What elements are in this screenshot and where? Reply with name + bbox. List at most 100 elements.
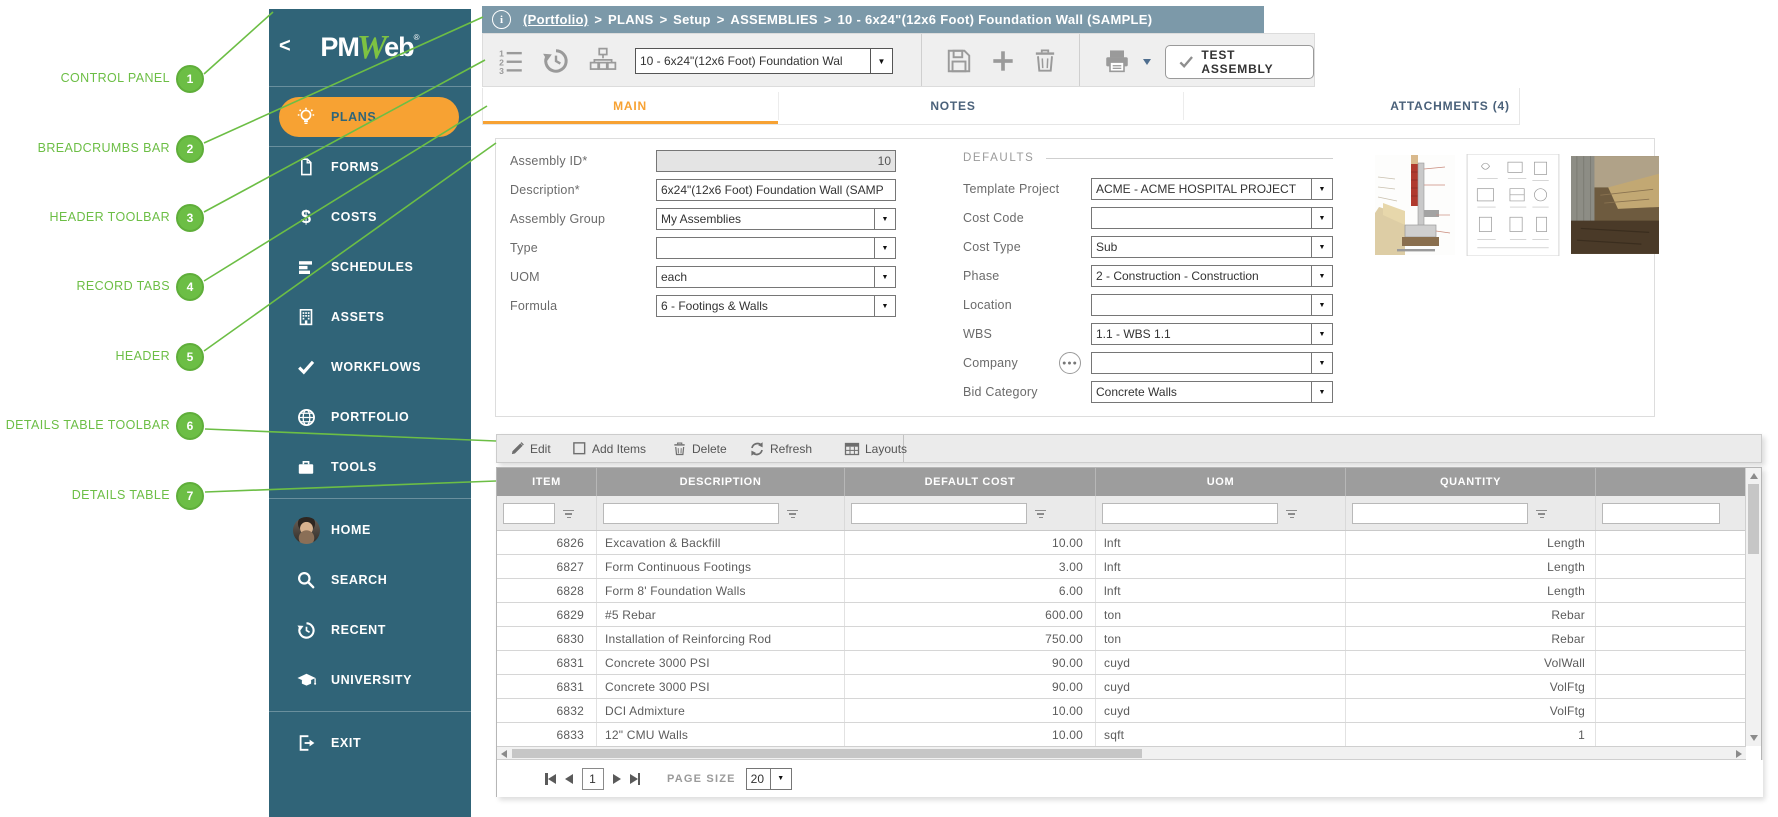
filter-input-extra[interactable] [1602,503,1720,524]
formula-select[interactable]: 6 - Footings & Walls ▼ [656,295,896,317]
sidebar-item-assets[interactable]: ASSETS [269,292,471,342]
sidebar-item-exit[interactable]: EXIT [269,718,471,768]
collapse-sidebar-icon[interactable]: < [279,35,291,58]
tab-notes[interactable]: NOTES [930,99,975,113]
table-row[interactable]: 6833 12" CMU Walls 10.00 sqft 1 [497,723,1746,747]
column-header-default-cost[interactable]: DEFAULT COST [845,468,1096,496]
filter-icon[interactable] [1035,508,1046,519]
cost-type-select[interactable]: Sub ▼ [1091,236,1333,258]
location-select[interactable]: ▼ [1091,294,1333,316]
sidebar-item-university[interactable]: UNIVERSITY [269,655,471,705]
assembly-group-select[interactable]: My Assemblies ▼ [656,208,896,230]
filter-input-item[interactable] [503,503,555,524]
chevron-down-icon[interactable]: ▼ [1311,237,1332,257]
chevron-down-icon[interactable]: ▼ [874,238,895,258]
table-row[interactable]: 6831 Concrete 3000 PSI 90.00 cuyd VolFtg [497,675,1746,699]
horizontal-scroll-thumb[interactable] [512,749,1142,758]
filter-input-description[interactable] [603,503,779,524]
info-icon[interactable]: i [492,10,511,29]
delete-record-icon[interactable] [1031,47,1059,80]
table-row[interactable]: 6832 DCI Admixture 10.00 cuyd VolFtg [497,699,1746,723]
numbered-list-icon[interactable]: 123 [497,47,525,80]
table-row[interactable]: 6830 Installation of Reinforcing Rod 750… [497,627,1746,651]
filter-icon[interactable] [563,508,574,519]
sidebar-item-search[interactable]: SEARCH [269,555,471,605]
chevron-down-icon[interactable]: ▼ [1311,179,1332,199]
sidebar-item-portfolio[interactable]: PORTFOLIO [269,392,471,442]
test-assembly-button[interactable]: TEST ASSEMBLY [1165,45,1314,79]
type-select[interactable]: ▼ [656,237,896,259]
scroll-up-icon[interactable] [1750,473,1758,479]
table-row[interactable]: 6828 Form 8' Foundation Walls 6.00 lnft … [497,579,1746,603]
phase-select[interactable]: 2 - Construction - Construction ▼ [1091,265,1333,287]
sidebar-item-costs[interactable]: $ COSTS [269,192,471,242]
bid-category-select[interactable]: Concrete Walls ▼ [1091,381,1333,403]
breadcrumb-plans[interactable]: PLANS [608,12,654,27]
scroll-right-icon[interactable] [1736,750,1742,758]
tab-attachments[interactable]: ATTACHMENTS (4) [1390,99,1510,113]
column-header-item[interactable]: ITEM [497,468,597,496]
template-project-select[interactable]: ACME - ACME HOSPITAL PROJECT ▼ [1091,178,1333,200]
column-header-description[interactable]: DESCRIPTION [597,468,845,496]
add-record-icon[interactable] [989,47,1017,80]
hierarchy-icon[interactable] [589,47,617,80]
chevron-down-icon[interactable]: ▼ [770,769,791,789]
column-header-quantity[interactable]: QUANTITY [1346,468,1596,496]
last-page-button[interactable] [630,773,641,785]
edit-button[interactable]: Edit [510,435,551,462]
refresh-button[interactable]: Refresh [749,435,812,462]
table-row[interactable]: 6827 Form Continuous Footings 3.00 lnft … [497,555,1746,579]
cost-code-select[interactable]: ▼ [1091,207,1333,229]
previous-page-button[interactable] [565,774,573,784]
vertical-scroll-thumb[interactable] [1748,484,1759,554]
delete-button[interactable]: Delete [672,435,727,462]
foundation-detail-diagram-thumbnail[interactable] [1375,154,1455,256]
history-icon[interactable] [541,46,571,81]
tab-main[interactable]: MAIN [613,99,647,113]
excavation-photo-thumbnail[interactable] [1571,154,1659,256]
chevron-down-icon[interactable]: ▼ [1311,295,1332,315]
next-page-button[interactable] [613,774,621,784]
chevron-down-icon[interactable]: ▼ [874,296,895,316]
description-field[interactable] [656,179,896,201]
filter-input-uom[interactable] [1102,503,1278,524]
print-icon[interactable] [1103,47,1131,80]
sidebar-item-home[interactable]: HOME [269,505,471,555]
filter-icon[interactable] [787,508,798,519]
add-items-button[interactable]: Add Items [572,435,646,462]
vertical-scrollbar[interactable] [1745,468,1761,746]
sidebar-item-forms[interactable]: FORMS [269,142,471,192]
first-page-button[interactable] [545,773,556,785]
table-row[interactable]: 6826 Excavation & Backfill 10.00 lnft Le… [497,531,1746,555]
column-header-uom[interactable]: UOM [1096,468,1346,496]
filter-input-default-cost[interactable] [851,503,1027,524]
foundation-drawing-sheet-thumbnail[interactable] [1463,154,1563,256]
sidebar-item-workflows[interactable]: WORKFLOWS [269,342,471,392]
filter-icon[interactable] [1536,508,1547,519]
sidebar-item-schedules[interactable]: SCHEDULES [269,242,471,292]
save-icon[interactable] [945,47,973,80]
breadcrumb-setup[interactable]: Setup [673,12,711,27]
company-select[interactable]: ▼ [1091,352,1333,374]
table-row[interactable]: 6831 Concrete 3000 PSI 90.00 cuyd VolWal… [497,651,1746,675]
scroll-left-icon[interactable] [501,750,507,758]
chevron-down-icon[interactable]: ▼ [870,49,892,73]
filter-icon[interactable] [1286,508,1297,519]
chevron-down-icon[interactable]: ▼ [1311,266,1332,286]
filter-input-quantity[interactable] [1352,503,1528,524]
chevron-down-icon[interactable]: ▼ [1311,208,1332,228]
chevron-down-icon[interactable]: ▼ [1311,324,1332,344]
sidebar-item-tools[interactable]: TOOLS [269,442,471,492]
layouts-button[interactable]: Layouts [844,435,907,462]
chevron-down-icon[interactable]: ▼ [1311,353,1332,373]
sidebar-item-recent[interactable]: RECENT [269,605,471,655]
print-options-caret-icon[interactable] [1143,59,1151,65]
chevron-down-icon[interactable]: ▼ [874,209,895,229]
page-size-select[interactable]: 20 ▼ [746,768,792,790]
scroll-down-icon[interactable] [1750,735,1758,741]
table-row[interactable]: 6829 #5 Rebar 600.00 ton Rebar [497,603,1746,627]
record-select[interactable]: 10 - 6x24"(12x6 Foot) Foundation Wal ▼ [635,48,893,74]
wbs-select[interactable]: 1.1 - WBS 1.1 ▼ [1091,323,1333,345]
uom-select[interactable]: each ▼ [656,266,896,288]
current-page-input[interactable] [582,768,604,790]
